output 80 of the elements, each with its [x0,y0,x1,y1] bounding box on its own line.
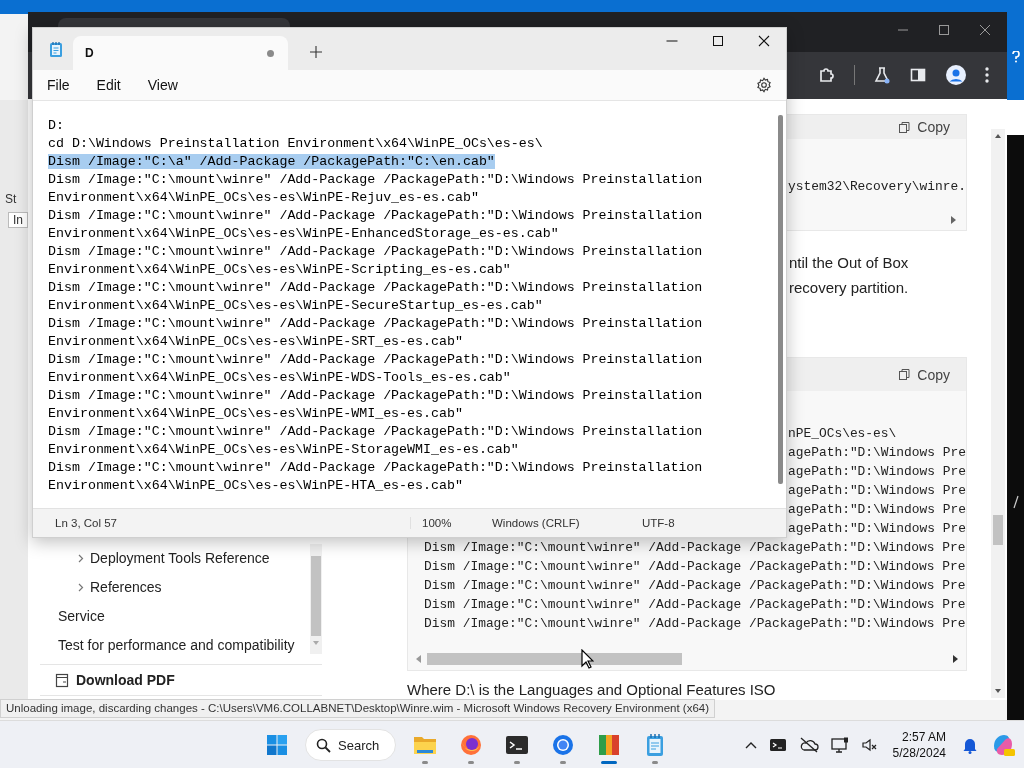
background-text: St [4,192,18,206]
code-line: Dism /Image:"C:\mount\winre" /Add-Package /PackagePath:"D:\Windows Pre [424,577,966,595]
code-line: Dism /Image:"C:\mount\winre" /Add-Package /PackagePath:"D:\Windows Pre [424,596,966,614]
paragraph-text: Where D:\ is the Languages and Optional Features ISO [407,680,777,700]
puzzle-icon[interactable] [818,66,836,85]
scrollbar[interactable] [991,129,1005,698]
scroll-left-icon[interactable] [416,655,421,663]
flask-icon[interactable] [873,66,891,85]
nav-item[interactable]: References [40,573,310,602]
notepad-icon [49,41,63,58]
copy-button[interactable]: Copy [898,366,950,383]
clock-date[interactable]: 5/28/2024 [892,745,946,761]
new-tab-icon[interactable] [310,46,322,58]
monitor-icon[interactable] [830,737,849,753]
scroll-down-icon[interactable] [994,688,1002,694]
download-pdf-link[interactable]: Download PDF [40,665,322,696]
background-text: In [8,212,28,228]
text-line: Dism /Image:"C:\mount\winre" /Add-Package /PackagePath:"D:\Windows Preinstallation Environment\x64\WinPE_OCs\es-es\WinPE-EnhancedStorage_es-es.cab" [48,208,704,241]
scrollbar[interactable] [778,115,783,484]
cursor-position: Ln 3, Col 57 [33,517,411,529]
close-icon[interactable] [979,24,991,36]
text-line: Dism /Image:"C:\mount\winre" /Add-Package /PackagePath:"D:\Windows Preinstallation Environment\x64\WinPE_OCs\es-es\WinPE-SRT_es-es.cab" [48,316,704,349]
code-line: Dism /Image:"C:\mount\winre" /Add-Package /PackagePath:"D:\Windows Pre [424,539,966,557]
search-button[interactable]: Search [305,729,397,761]
menu-item[interactable]: View [147,77,178,93]
nav-item[interactable]: Service [40,602,310,631]
settings-icon[interactable] [756,77,772,93]
copy-button[interactable]: Copy [898,119,950,135]
cloud-off-icon[interactable] [798,737,819,753]
bell-icon[interactable] [962,736,978,754]
close-icon[interactable] [758,35,770,47]
code-line: Dism /Image:"C:\mount\winre" /Add-Package /PackagePath:"D:\Windows Pre [424,615,966,633]
speaker-muted-icon[interactable] [860,737,877,753]
copy-icon [898,120,912,134]
code-line: agePath:"D:\Windows Pre [788,501,966,519]
document-tab[interactable]: D [73,36,288,70]
chevron-right-icon [78,554,84,563]
text-line: Dism /Image:"C:\mount\winre" /Add-Package /PackagePath:"D:\Windows Preinstallation Environment\x64\WinPE_OCs\es-es\WinPE-HTA_es-es.cab" [48,460,704,493]
clock-time[interactable]: 2:57 AM [901,729,946,745]
code-line: ystem32\Recovery\winre. [788,178,966,196]
menu-icon[interactable] [985,67,989,84]
text-line: Dism /Image:"C:\mount\winre" /Add-Package /PackagePath:"D:\Windows Preinstallation Environment\x64\WinPE_OCs\es-es\WinPE-Scripting_es-es.cab" [48,244,704,277]
code-line: Dism /Image:"C:\mount\winre" /Add-Package /PackagePath:"D:\Windows Pre [424,558,966,576]
text-line: cd D:\Windows Preinstallation Environment\x64\WinPE_OCs\es-es\ [48,136,543,151]
nav-item[interactable]: Test for performance and compatibility [40,631,310,660]
code-line: agePath:"D:\Windows Pre [788,520,966,538]
zoom-level[interactable]: 100% [411,517,492,529]
scroll-right-icon[interactable] [951,216,956,224]
scroll-right-icon[interactable] [953,655,958,663]
profile-icon[interactable] [945,64,967,87]
copy-icon [898,368,912,381]
scrollbar[interactable] [310,544,322,654]
menu-item[interactable]: File [47,77,70,93]
status-tooltip: Unloading image, discarding changes - C:\Users\VM6.COLLABNET\Desktop\Winre.wim - Microsoft Windows Recovery Environment (x64) [0,699,716,718]
line-endings[interactable]: Windows (CRLF) [492,517,642,529]
maximize-icon[interactable] [712,35,724,47]
text-line: Dism /Image:"C:\mount\winre" /Add-Package /PackagePath:"D:\Windows Preinstallation Environment\x64\WinPE_OCs\es-es\WinPE-SecureStartup_es-es.cab" [48,280,704,313]
text-line: Dism /Image:"C:\mount\winre" /Add-Package /PackagePath:"D:\Windows Preinstallation Environment\x64\WinPE_OCs\es-es\WinPE-WMI_es-es.cab" [48,388,704,421]
text-line: Dism /Image:"C:\mount\winre" /Add-Package /PackagePath:"D:\Windows Preinstallation Environment\x64\WinPE_OCs\es-es\WinPE-Rejuv_es-es.cab" [48,172,704,205]
text-line: Dism /Image:"C:\mount\winre" /Add-Package /PackagePath:"D:\Windows Preinstallation Environment\x64\WinPE_OCs\es-es\WinPE-StorageWMI_es-es.cab" [48,424,704,457]
text-line: D: [48,118,64,133]
chevron-right-icon [78,583,84,592]
code-line: agePath:"D:\Windows Pre [788,482,966,500]
code-line: nPE_OCs\es-es\ [788,425,897,443]
search-icon [316,737,331,753]
maximize-icon[interactable] [938,24,950,36]
nav-item[interactable]: Deployment Tools Reference [40,544,310,573]
terminal-icon[interactable] [768,738,787,752]
scroll-up-icon[interactable] [994,133,1002,139]
paragraph-text: ntil the Out of Box [789,253,910,273]
code-line: agePath:"D:\Windows Pre [788,444,966,462]
scrollbar-thumb[interactable] [993,515,1003,545]
document-icon [55,672,69,688]
chevron-up-icon[interactable] [744,741,757,749]
text-line: Dism /Image:"C:\mount\winre" /Add-Package /PackagePath:"D:\Windows Preinstallation Environment\x64\WinPE_OCs\es-es\WinPE-WDS-Tools_es-es.cab" [48,352,704,385]
help-icon [1011,51,1020,63]
code-line: agePath:"D:\Windows Pre [788,463,966,481]
paragraph-text: recovery partition. [789,278,910,298]
encoding[interactable]: UTF-8 [642,517,675,529]
menu-item[interactable]: Edit [96,77,121,93]
